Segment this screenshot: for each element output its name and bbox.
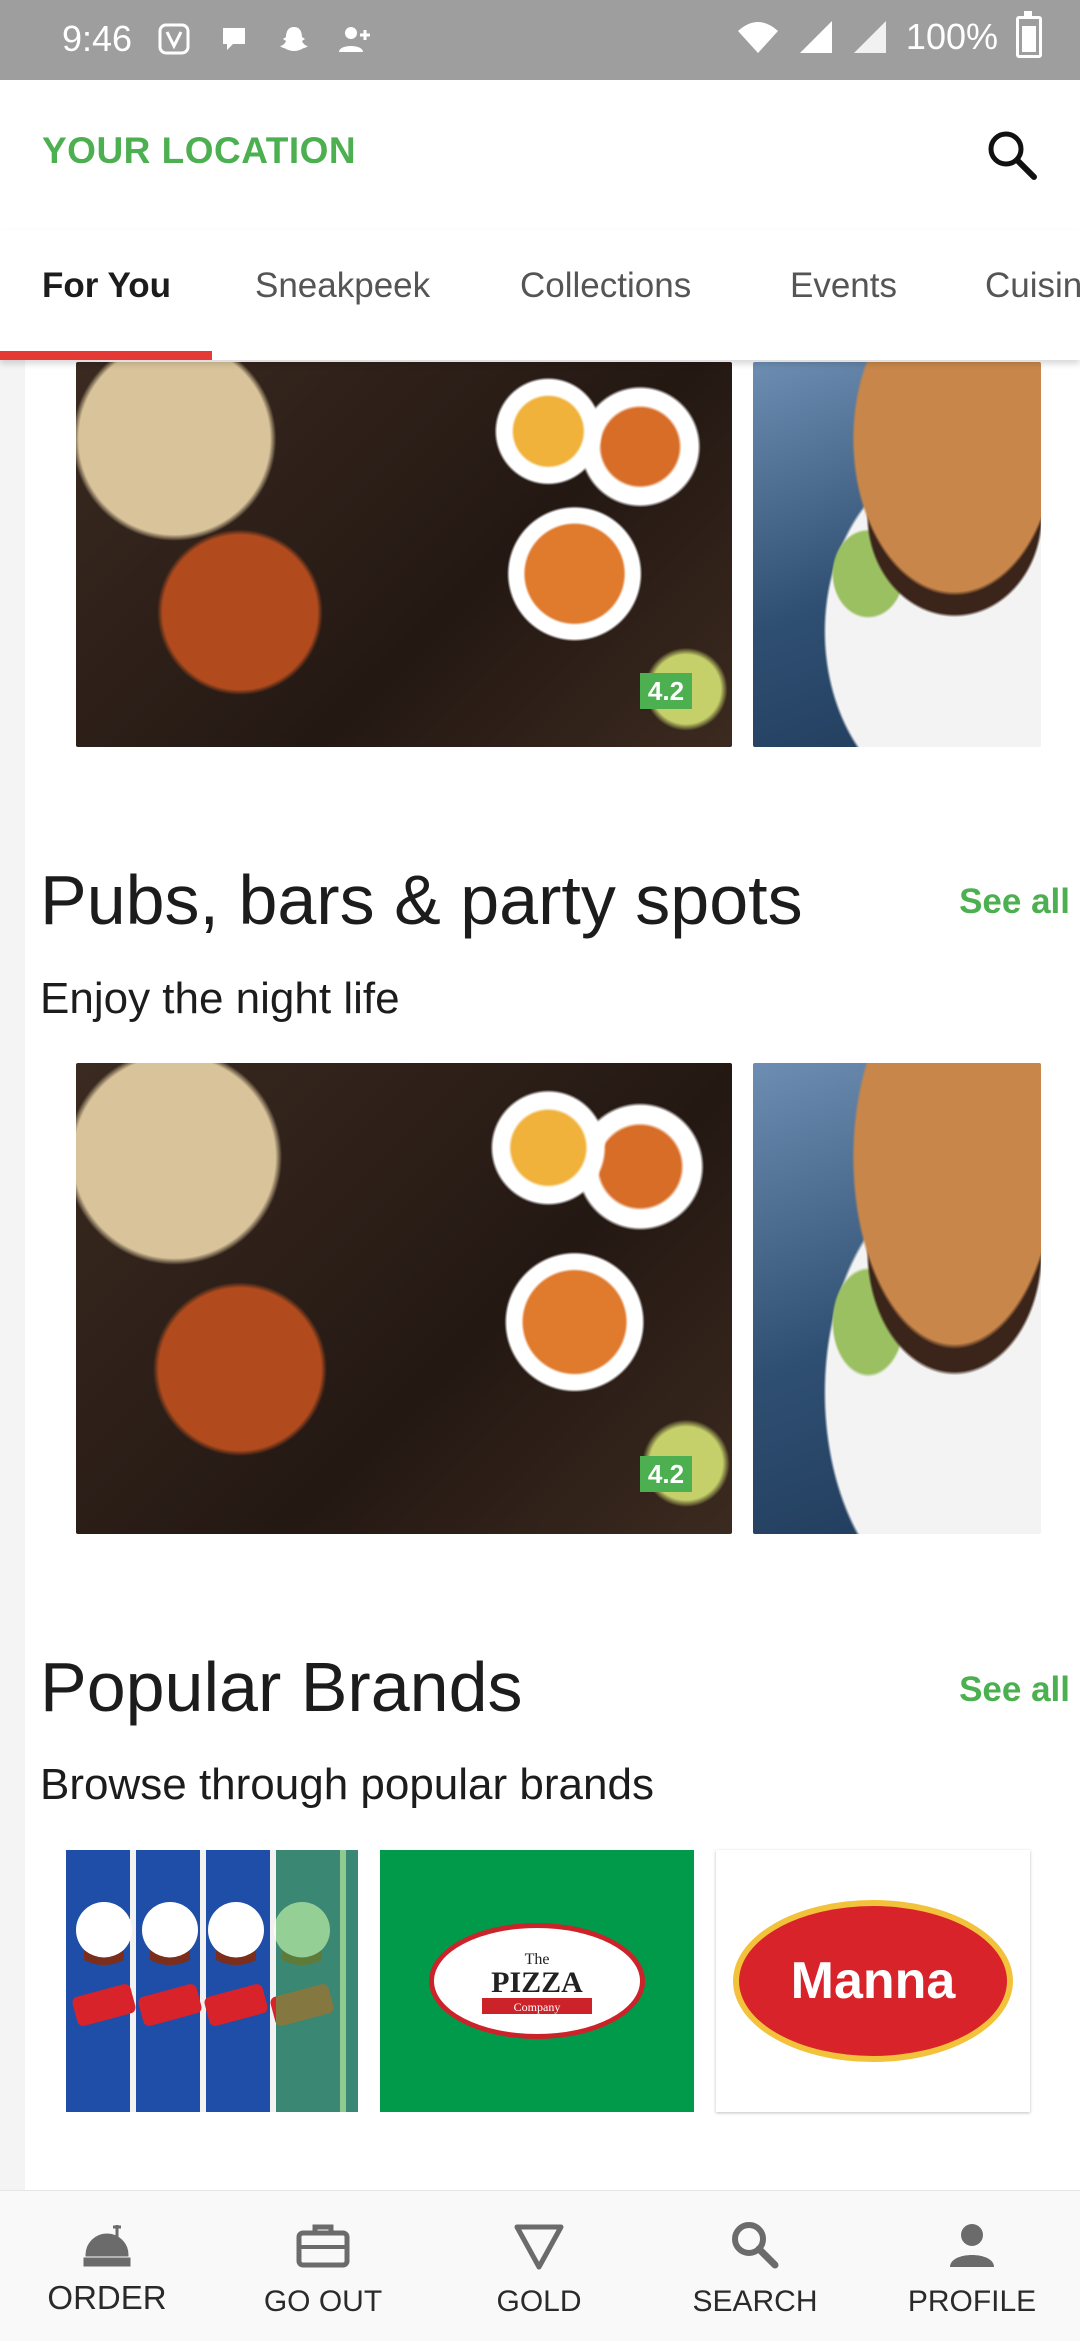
profile-icon [942, 2215, 1002, 2275]
add-contact-icon [335, 20, 373, 58]
order-icon [77, 2215, 137, 2275]
status-right: 100% [736, 11, 1042, 58]
battery-icon [1016, 11, 1042, 58]
restaurant-card-image[interactable]: 4.2 [76, 1063, 732, 1534]
nav-label: GO OUT [263, 2285, 383, 2318]
svg-text:Manna: Manna [791, 1952, 957, 2010]
search-icon[interactable] [982, 125, 1042, 185]
section-subtitle: Enjoy the night life [40, 974, 400, 1023]
rating-badge: 4.2 [640, 1456, 692, 1492]
tab-sneakpeek[interactable]: Sneakpeek [255, 266, 430, 306]
active-tab-indicator [0, 351, 212, 360]
brand-card-pizza-company[interactable]: The PIZZA Company [380, 1850, 694, 2112]
nav-order[interactable]: ORDER [32, 2215, 182, 2317]
chat-notification-icon [215, 20, 253, 58]
restaurant-card-image[interactable] [753, 1063, 1041, 1534]
app-notification-icon [155, 20, 193, 58]
nav-gold[interactable]: GOLD [464, 2215, 614, 2319]
location-selector[interactable]: YOUR LOCATION [42, 130, 356, 172]
status-time: 9:46 [62, 18, 133, 59]
tab-collections[interactable]: Collections [520, 266, 691, 306]
manna-logo-image: Manna [733, 1900, 1013, 2062]
nav-label: ORDER [47, 2279, 167, 2316]
nav-label: SEARCH [692, 2285, 818, 2318]
gold-icon [509, 2215, 569, 2275]
nav-label: GOLD [496, 2285, 582, 2318]
wifi-icon [737, 22, 778, 53]
nav-search[interactable]: SEARCH [680, 2215, 830, 2319]
tab-cuisines[interactable]: Cuisin [985, 266, 1080, 306]
section-title: Pubs, bars & party spots [40, 861, 803, 939]
see-all-link[interactable]: See all [959, 1670, 1070, 1710]
brand-card-manna[interactable]: Manna [716, 1850, 1030, 2112]
restaurant-card-image[interactable]: 4.2 [76, 362, 732, 747]
section-subtitle: Browse through popular brands [40, 1760, 654, 1809]
tab-for-you[interactable]: For You [42, 266, 171, 306]
left-edge [0, 360, 25, 2190]
svg-text:PIZZA: PIZZA [491, 1966, 583, 1999]
nav-profile[interactable]: PROFILE [897, 2215, 1047, 2319]
signal-icon-2 [853, 21, 886, 53]
pizza-company-logo-image: The PIZZA Company [429, 1923, 645, 2039]
see-all-link[interactable]: See all [959, 882, 1070, 922]
status-bar: 9:46 100% [0, 0, 1080, 80]
nav-label: PROFILE [907, 2285, 1037, 2318]
brand-card-pringles[interactable] [66, 1850, 358, 2112]
briefcase-icon [293, 2215, 353, 2275]
rating-badge: 4.2 [640, 673, 692, 709]
battery-percentage: 100% [905, 16, 998, 57]
tab-bar: For You Sneakpeek Collections Events Cui… [0, 230, 1080, 360]
nav-go-out[interactable]: GO OUT [248, 2215, 398, 2319]
app-header: YOUR LOCATION [0, 80, 1080, 230]
svg-text:Company: Company [514, 2000, 561, 2014]
notification-icons [155, 20, 373, 58]
bottom-navigation: ORDER GO OUT GOLD SEARCH PROFILE [0, 2190, 1080, 2341]
section-title: Popular Brands [40, 1648, 523, 1726]
snapchat-icon [275, 20, 313, 58]
restaurant-card-image[interactable] [753, 362, 1041, 747]
signal-icon [799, 21, 832, 53]
pringles-logo-image [72, 1850, 358, 2112]
tab-events[interactable]: Events [790, 266, 897, 306]
search-icon [725, 2215, 785, 2275]
